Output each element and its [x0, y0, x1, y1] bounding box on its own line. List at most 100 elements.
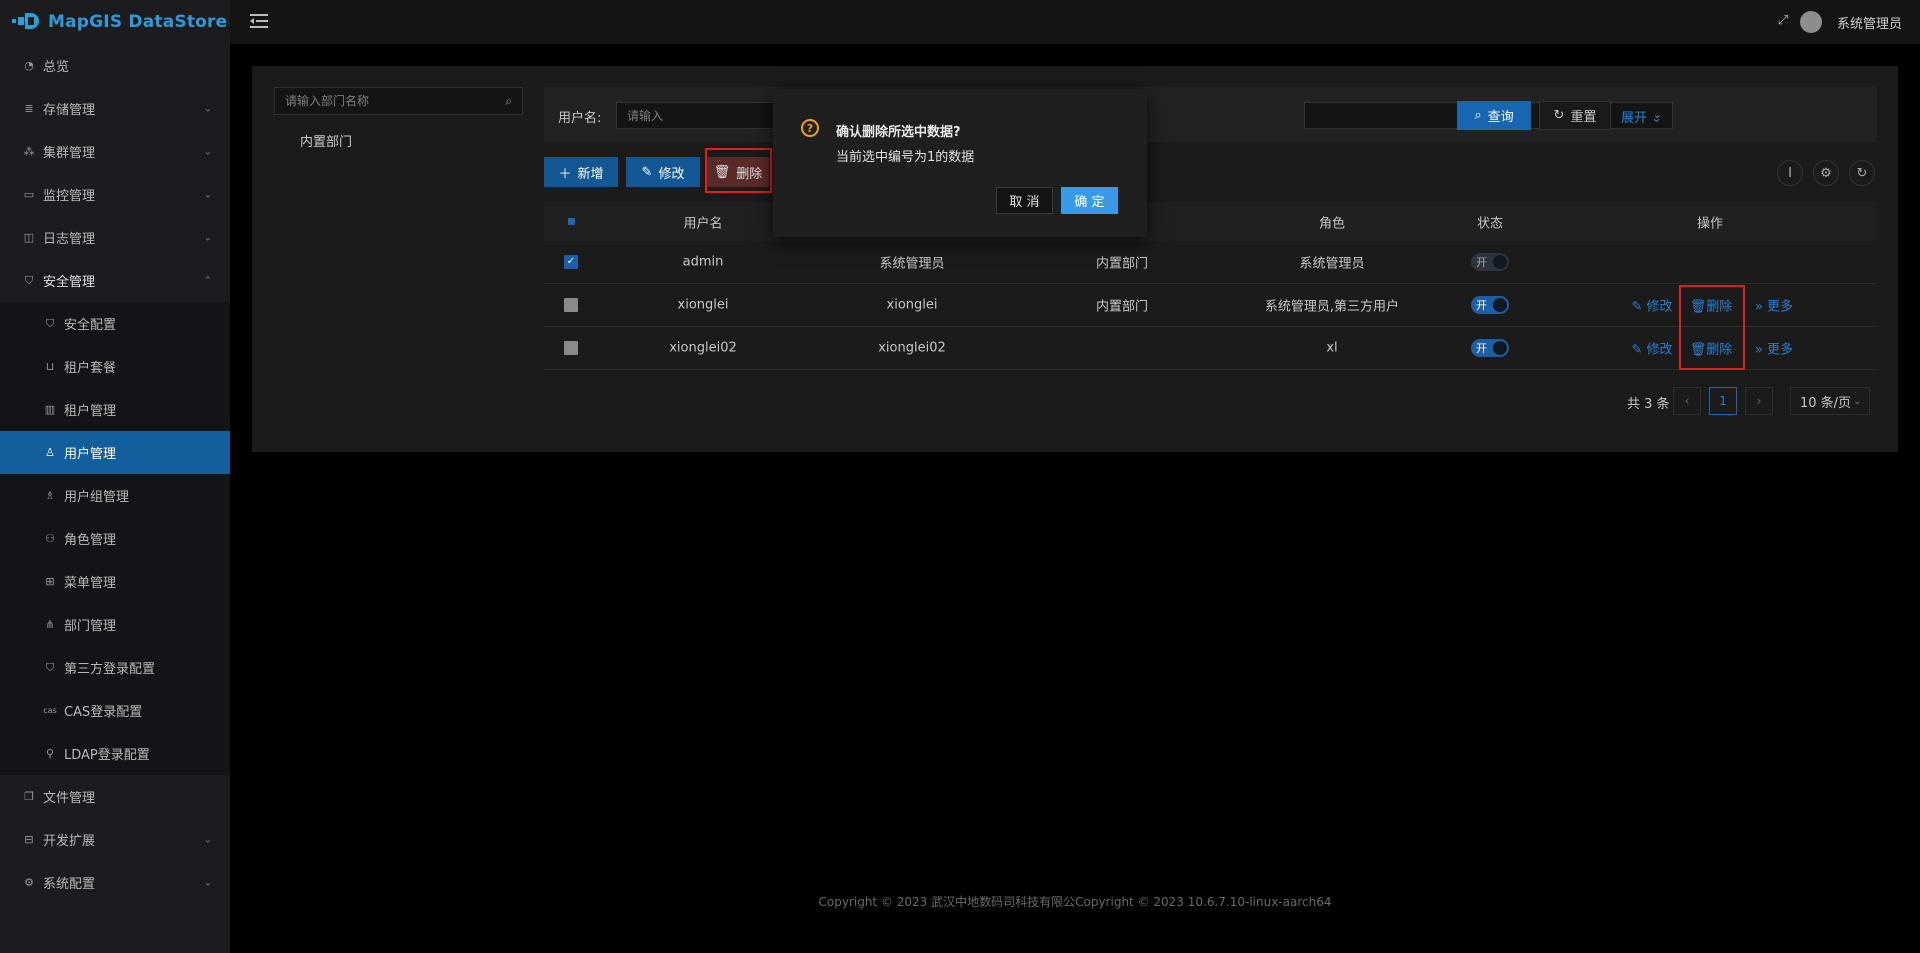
cancel-button[interactable]: 取 消: [996, 187, 1053, 214]
sidebar-item-log[interactable]: ◫ 日志管理 ⌄: [0, 216, 230, 259]
pagination-next-button[interactable]: ›: [1745, 387, 1773, 415]
sidebar-item-tenant[interactable]: ▥ 租户管理: [0, 388, 230, 431]
security-submenu: ⛉ 安全配置 ⊔ 租户套餐 ▥ 租户管理 ♙ 用户管理 ♗ 用户组管理 ⚇ 角色…: [0, 302, 230, 775]
chevron-down-icon: ⌄: [203, 877, 212, 888]
sidebar-item-label: 监控管理: [43, 189, 96, 204]
sidebar-item-label: 部门管理: [64, 619, 117, 634]
search-icon[interactable]: ⌕: [505, 94, 512, 109]
chevron-left-icon: ‹: [1684, 394, 1690, 408]
row-checkbox[interactable]: [564, 341, 578, 355]
dept-search-field[interactable]: ⌕: [274, 87, 523, 115]
cell-nickname: xionglei02: [878, 340, 946, 356]
sidebar-item-label: 安全管理: [43, 275, 96, 290]
column-height-icon[interactable]: I: [1777, 160, 1803, 186]
edit-icon: ✎: [641, 164, 653, 180]
sidebar-item-menus[interactable]: ⊞ 菜单管理: [0, 560, 230, 603]
cell-username: xionglei02: [669, 340, 737, 356]
row-checkbox[interactable]: [564, 298, 578, 312]
sidebar-item-label: 用户组管理: [64, 490, 130, 505]
sidebar-item-ldap-login[interactable]: ⚲ LDAP登录配置: [0, 732, 230, 775]
highlight-box-toolbar-delete: [705, 148, 772, 193]
sidebar-item-label: 系统配置: [43, 877, 96, 892]
row-more-link[interactable]: » 更多: [1755, 339, 1793, 358]
table-row: xionglei02 xionglei02 xl 开 ✎ 修改 🗑删除 » 更多: [544, 327, 1877, 370]
sidebar-item-label: 租户套餐: [64, 361, 117, 376]
status-switch: 开: [1471, 253, 1509, 271]
expand-link[interactable]: 展开 ⌄: [1621, 107, 1662, 126]
status-switch[interactable]: 开: [1471, 296, 1509, 314]
confirm-button[interactable]: 确 定: [1061, 187, 1118, 214]
menu-fold-icon[interactable]: [250, 13, 268, 29]
sidebar-item-label: 租户管理: [64, 404, 117, 419]
page-size-select[interactable]: 10 条/页 ⌄: [1790, 387, 1870, 415]
table-header: 用户名 角色 状态 操作: [544, 202, 1877, 241]
status-switch[interactable]: 开: [1471, 339, 1509, 357]
sidebar-item-overview[interactable]: ◔ 总览: [0, 44, 230, 87]
sidebar-item-departments[interactable]: ⋔ 部门管理: [0, 603, 230, 646]
building-icon: ▥: [44, 403, 56, 416]
row-edit-link[interactable]: ✎ 修改: [1631, 339, 1672, 358]
chevron-up-icon: ⌃: [203, 275, 212, 286]
edit-icon: ✎: [1631, 342, 1643, 358]
pagination-page-1[interactable]: 1: [1709, 387, 1737, 415]
row-more-link[interactable]: » 更多: [1755, 296, 1793, 315]
sidebar-item-label: 第三方登录配置: [64, 662, 156, 677]
sidebar-item-users[interactable]: ♙ 用户管理: [0, 431, 230, 474]
header-role: 角色: [1318, 216, 1346, 231]
sidebar-item-storage[interactable]: ≣ 存储管理 ⌄: [0, 87, 230, 130]
sidebar-item-dev-extension[interactable]: ⊟ 开发扩展 ⌄: [0, 818, 230, 861]
gear-icon: ⚙: [24, 876, 34, 889]
popconfirm-title: 确认删除所选中数据?: [836, 125, 961, 140]
sidebar-item-label: 集群管理: [43, 146, 96, 161]
edit-icon: ✎: [1631, 299, 1643, 315]
dept-tree-node[interactable]: 内置部门: [300, 131, 352, 150]
row-checkbox[interactable]: ✓: [564, 255, 578, 269]
sidebar-item-security-config[interactable]: ⛉ 安全配置: [0, 302, 230, 345]
sidebar-item-label: 安全配置: [64, 318, 117, 333]
sidebar-item-monitor[interactable]: ▭ 监控管理 ⌄: [0, 173, 230, 216]
cell-dept: 内置部门: [1095, 299, 1149, 315]
pagination-total: 共 3 条: [1627, 397, 1670, 412]
shield-icon: ⛉: [45, 316, 55, 330]
chevron-down-icon: ⌄: [1651, 111, 1663, 126]
pagination-prev-button[interactable]: ‹: [1673, 387, 1701, 415]
briefcase-icon: ⊟: [24, 833, 34, 846]
sidebar-item-cas-login[interactable]: cas CAS登录配置: [0, 689, 230, 732]
sidebar-item-cluster[interactable]: ⁂ 集群管理 ⌄: [0, 130, 230, 173]
popconfirm-description: 当前选中编号为1的数据: [836, 150, 975, 165]
role-icon: ⚇: [45, 532, 55, 545]
dept-search-input[interactable]: [275, 88, 522, 114]
add-button[interactable]: ＋ 新增: [544, 157, 618, 187]
row-edit-link[interactable]: ✎ 修改: [1631, 296, 1672, 315]
cluster-icon: ⁂: [23, 145, 35, 158]
sidebar-item-label: CAS登录配置: [64, 705, 143, 720]
table-row: ✓ admin 系统管理员 内置部门 系统管理员 开: [544, 241, 1877, 284]
sidebar-item-label: 用户管理: [64, 447, 117, 462]
app-name: MapGIS DataStore: [48, 12, 228, 32]
current-user-name[interactable]: 系统管理员: [1837, 13, 1902, 32]
refresh-icon[interactable]: ↻: [1849, 160, 1875, 186]
fullscreen-icon[interactable]: ⤢: [1776, 14, 1790, 28]
avatar[interactable]: [1800, 11, 1822, 33]
chevron-down-icon: ⌄: [203, 146, 212, 157]
sidebar-item-label: 存储管理: [43, 103, 96, 118]
sidebar-item-label: 日志管理: [43, 232, 96, 247]
settings-icon[interactable]: ⚙: [1813, 160, 1839, 186]
edit-button[interactable]: ✎ 修改: [626, 157, 700, 187]
cas-icon: cas: [43, 706, 57, 715]
cell-username: xionglei: [677, 297, 729, 313]
users-table: 用户名 角色 状态 操作 ✓ admin 系统管理员 内置部门 系统管理员 开 …: [544, 202, 1877, 370]
sidebar-item-third-party-login[interactable]: ⛉ 第三方登录配置: [0, 646, 230, 689]
sidebar-item-user-groups[interactable]: ♗ 用户组管理: [0, 474, 230, 517]
reset-button[interactable]: ↻ 重置: [1539, 101, 1611, 130]
username-filter-label: 用户名:: [558, 111, 602, 126]
users-icon: ♗: [45, 489, 55, 502]
chevron-down-icon: ⌄: [1853, 395, 1862, 407]
select-all-checkbox[interactable]: [564, 215, 578, 229]
query-button[interactable]: ⌕ 查询: [1457, 101, 1531, 130]
sidebar-item-security[interactable]: ⛉ 安全管理 ⌃: [0, 259, 230, 302]
sidebar-item-files[interactable]: ❐ 文件管理: [0, 775, 230, 818]
sidebar-item-roles[interactable]: ⚇ 角色管理: [0, 517, 230, 560]
sidebar-item-tenant-package[interactable]: ⊔ 租户套餐: [0, 345, 230, 388]
app-logo[interactable]: MapGIS DataStore: [0, 0, 230, 44]
